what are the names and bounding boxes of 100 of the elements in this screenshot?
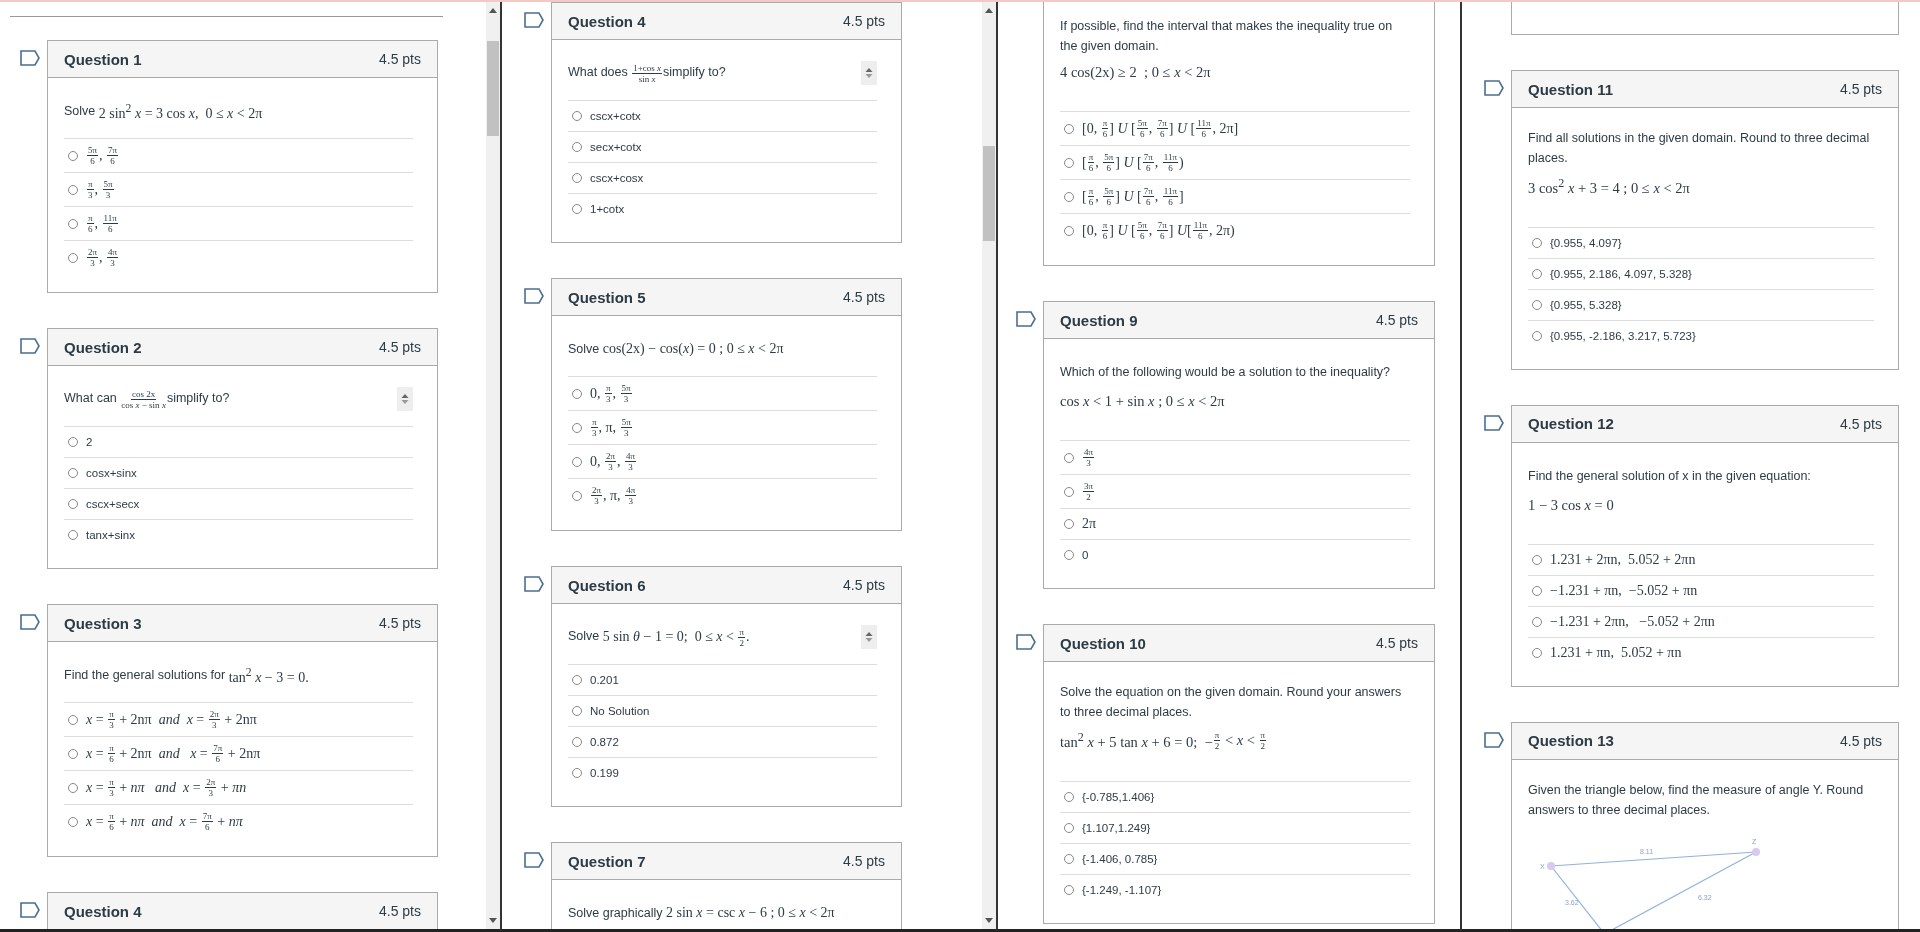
scrollbar[interactable]	[982, 2, 996, 929]
question-title: Question 3	[64, 614, 142, 632]
math-formula: cos x < 1 + sin x ; 0 ≤ x < 2π	[1060, 393, 1225, 411]
flag-icon[interactable]	[20, 50, 40, 66]
question-text: simplify to?	[166, 391, 230, 406]
option-label: 0.872	[590, 736, 619, 748]
option-label: 2	[86, 436, 93, 448]
math-formula: 2 sin x = csc x − 6 ; 0 ≤ x < 2π	[665, 904, 835, 923]
question-text: Given the triangle below, find the measure of angle Y. Round answers to three decimal places.	[1528, 782, 1864, 817]
flag-icon[interactable]	[524, 576, 544, 592]
scrollbar-thumb[interactable]	[983, 146, 995, 241]
option-label: cosx+sinx	[86, 467, 137, 479]
option-label: {-1.249, -1.107}	[1082, 884, 1162, 897]
option-label: {0.955, -2.186, 3.217, 5.723}	[1550, 329, 1696, 342]
math-formula: −1.231 + 2πn, −5.052 + 2πn	[1550, 613, 1715, 630]
down-arrow-icon[interactable]	[985, 918, 993, 923]
math-formula: 4π 3	[1082, 447, 1096, 469]
flag-icon[interactable]	[20, 614, 40, 630]
option-label: tanx+sinx	[86, 529, 135, 541]
scrollbar[interactable]	[486, 2, 500, 929]
question-title: Question 4	[568, 12, 646, 30]
question-text: Find the general solution of x in the given equation:	[1528, 468, 1811, 483]
question-text: Find all solutions in the given domain. Round to three decimal places.	[1528, 131, 1870, 165]
math-formula: cos 2x cos x − sin x	[120, 388, 167, 410]
option-label: cscx+cotx	[590, 110, 641, 122]
question-text: Solve graphically	[568, 905, 664, 920]
question-title: Question 5	[568, 288, 646, 306]
points-label: 4.5 pts	[378, 339, 421, 355]
option-label: No Solution	[590, 705, 650, 717]
flag-icon[interactable]	[1016, 311, 1036, 328]
question-title: Question 4	[64, 902, 142, 920]
points-label: 4.5 pts	[1839, 81, 1882, 97]
question-text: Solve	[568, 629, 601, 644]
question-text: Find the general solutions for	[64, 667, 227, 682]
spinner-icon[interactable]	[397, 387, 413, 411]
flag-icon[interactable]	[524, 852, 544, 868]
flag-icon[interactable]	[20, 338, 40, 354]
option-label: 0	[1082, 549, 1089, 562]
option-label: cscx+cosx	[590, 172, 644, 184]
points-label: 4.5 pts	[842, 13, 885, 29]
math-formula: 1 − 3 cos x = 0	[1528, 496, 1614, 514]
question-title: Question 10	[1060, 634, 1146, 652]
up-arrow-icon[interactable]	[985, 8, 993, 13]
math-formula: −1.231 + πn, −5.052 + πn	[1550, 582, 1698, 599]
points-label: 4.5 pts	[842, 853, 885, 869]
points-label: 4.5 pts	[1375, 635, 1418, 652]
points-label: 4.5 pts	[842, 577, 885, 593]
option-label: {0.955, 4.097}	[1550, 236, 1622, 249]
math-formula: 2π	[1082, 516, 1097, 533]
option-label: {1.107,1.249}	[1082, 822, 1151, 835]
math-formula: 1.231 + 2πn, 5.052 + 2πn	[1550, 551, 1696, 568]
points-label: 4.5 pts	[1839, 415, 1882, 432]
points-label: 4.5 pts	[842, 289, 885, 305]
question-title: Question 7	[568, 852, 646, 870]
flag-icon[interactable]	[20, 902, 40, 918]
down-arrow-icon[interactable]	[489, 918, 497, 923]
option-label: 0.201	[590, 674, 619, 686]
question-text: Solve the equation on the given domain. Round your answers to three decimal places.	[1060, 685, 1402, 720]
question-title: Question 11	[1528, 80, 1614, 98]
question-text: What can	[64, 391, 118, 406]
question-title: Question 2	[64, 338, 142, 356]
math-formula: 4 cos(2x) ≥ 2 ; 0 ≤ x < 2π	[1060, 64, 1211, 82]
option-label: secx+cotx	[590, 141, 642, 153]
question-title: Question 12	[1528, 415, 1614, 433]
option-label: {0.955, 2.186, 4.097, 5.328}	[1550, 267, 1692, 280]
flag-icon[interactable]	[1484, 731, 1504, 748]
question-text: Which of the following would be a solution to the inequality?	[1060, 365, 1391, 380]
flag-icon[interactable]	[524, 12, 544, 28]
flag-icon[interactable]	[524, 288, 544, 304]
question-title: Question 6	[568, 576, 646, 594]
option-label: {-1.406, 0.785}	[1082, 853, 1158, 866]
points-label: 4.5 pts	[1839, 732, 1882, 749]
scrollbar-thumb[interactable]	[487, 41, 499, 136]
spinner-icon[interactable]	[861, 61, 877, 85]
points-label: 4.5 pts	[1375, 312, 1418, 329]
question-text: simplify to?	[663, 65, 726, 80]
flag-icon[interactable]	[1016, 634, 1036, 651]
points-label: 4.5 pts	[378, 615, 421, 631]
math-formula: tan$^{2}$ x − 3 = 0.	[228, 664, 309, 687]
math-formula: 3π 2	[1082, 481, 1096, 503]
math-formula: 1.231 + πn, 5.052 + πn	[1550, 644, 1682, 661]
question-text: What does	[568, 65, 629, 80]
flag-icon[interactable]	[1484, 80, 1504, 96]
up-arrow-icon[interactable]	[489, 8, 497, 13]
math-formula: 2 sin$^{2}$ x = 3 cos x, 0 ≤ x < 2π	[98, 100, 263, 123]
question-title: Question 1	[64, 50, 142, 68]
option-label: {-0.785,1.406}	[1082, 791, 1155, 804]
question-title: Question 9	[1060, 311, 1138, 329]
option-label: {0.955, 5.328}	[1550, 298, 1622, 311]
math-formula: 1+cos x sin x	[631, 62, 663, 84]
option-label: 0.199	[590, 767, 619, 779]
points-label: 4.5 pts	[378, 51, 421, 67]
option-label: 1+cotx	[590, 203, 625, 215]
question-text: Solve	[64, 103, 97, 118]
question-text: If possible, find the interval that makes the inequality true on the given domain.	[1060, 19, 1393, 53]
math-formula: 3 cos$^{2}$ x + 3 = 4 ; 0 ≤ x < 2π	[1528, 176, 1690, 197]
flag-icon[interactable]	[1484, 414, 1504, 431]
question-title: Question 13	[1528, 732, 1614, 750]
option-label: cscx+secx	[86, 498, 140, 510]
spinner-icon[interactable]	[861, 625, 877, 649]
